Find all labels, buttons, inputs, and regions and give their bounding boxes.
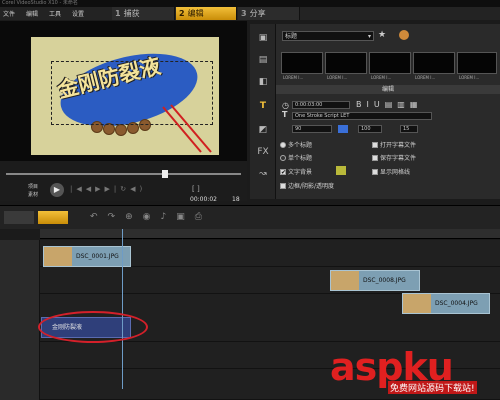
filter-fx-icon[interactable]: FX: [256, 146, 270, 158]
menu-file[interactable]: 文件: [3, 9, 15, 18]
thumb-caption: LOREM I...: [415, 75, 436, 80]
duration-field[interactable]: 0:00:03:00: [292, 101, 350, 109]
style-buttons[interactable]: BIU▤▥▦: [356, 100, 422, 109]
frame-display: 18: [232, 196, 240, 203]
red-arrow-annotation: [162, 104, 212, 153]
instant-project-icon[interactable]: ▤: [256, 54, 270, 66]
red-circle-annotation: [38, 311, 148, 343]
border-shadow-option[interactable]: 边框/阴影/透明度: [280, 181, 334, 190]
timeline-ruler[interactable]: [40, 229, 500, 239]
scrubber-track[interactable]: [6, 173, 241, 175]
title-thumb-3[interactable]: [369, 52, 411, 74]
title-thumb-2[interactable]: [325, 52, 367, 74]
title-icon[interactable]: T: [256, 100, 270, 112]
thumb-caption: LOREM I...: [371, 75, 392, 80]
font-size-field[interactable]: 90: [292, 125, 332, 133]
track-header[interactable]: [0, 315, 40, 342]
playback-controls: 项目 素材 ▶ |◀◀▶▶|↻◀) [ ] 00:00:02 18: [0, 161, 247, 203]
text-bg-color-swatch[interactable]: [336, 166, 346, 175]
project-label[interactable]: 项目: [28, 183, 38, 190]
tab-capture[interactable]: 1 捕获: [112, 7, 175, 20]
tab-edit[interactable]: 2 编辑: [176, 7, 237, 20]
menu-bar: 文件 编辑 工具 设置 1 捕获 2 编辑 3 分享: [0, 7, 500, 20]
track-header[interactable]: [0, 240, 40, 267]
library-side-icons: ▣ ▤ ◧ T ◩ FX ↝: [250, 24, 276, 199]
tab-share[interactable]: 3 分享: [238, 7, 300, 20]
save-subtitle-button[interactable]: 保存字幕文件: [372, 153, 416, 162]
scrubber-handle[interactable]: [162, 170, 168, 178]
menu-tools[interactable]: 工具: [49, 9, 61, 18]
star-add-icon[interactable]: ★: [378, 30, 386, 40]
overlay-clip-1[interactable]: DSC_0008.JPG: [330, 270, 420, 291]
timeline-tool-icons[interactable]: ↶↷⊕◉♪▣⎙: [90, 212, 212, 222]
title-thumb-4[interactable]: [413, 52, 455, 74]
multi-title-radio[interactable]: 多个标题: [280, 140, 312, 149]
thumb-caption: LOREM I...: [327, 75, 348, 80]
watermark-caption: 免费网站源码下载站!: [388, 381, 477, 394]
store-icon[interactable]: [399, 30, 409, 40]
angle-field[interactable]: 15: [400, 125, 418, 133]
path-icon[interactable]: ↝: [256, 168, 270, 180]
trim-brackets-icon[interactable]: [ ]: [192, 185, 200, 193]
overlay-clip-2[interactable]: DSC_0004.JPG: [402, 293, 490, 314]
storyboard-view-button[interactable]: [4, 211, 34, 224]
window-title: Corel VideoStudio X10 - 未命名: [0, 0, 500, 7]
category-dropdown[interactable]: 标题 ▾: [282, 31, 374, 41]
clock-icon: ◷: [282, 101, 289, 110]
title-thumb-5[interactable]: [457, 52, 497, 74]
play-icon[interactable]: ▶: [50, 183, 64, 197]
title-thumb-1[interactable]: [281, 52, 323, 74]
track-header[interactable]: [0, 267, 40, 294]
timeline-toolbar: ↶↷⊕◉♪▣⎙: [0, 205, 500, 229]
transition-icon[interactable]: ◧: [256, 76, 270, 88]
playhead[interactable]: [122, 229, 123, 389]
show-grid-checkbox[interactable]: 显示网格线: [372, 167, 410, 176]
menu-settings[interactable]: 设置: [72, 9, 84, 18]
text-bg-checkbox[interactable]: 文字背景: [280, 167, 312, 176]
timecode-display[interactable]: 00:00:02: [190, 196, 217, 203]
timeline-view-button[interactable]: [38, 211, 68, 224]
overlay-track-1: [0, 267, 500, 294]
single-title-radio[interactable]: 单个标题: [280, 153, 312, 162]
font-icon: T: [282, 110, 288, 119]
menu-edit[interactable]: 编辑: [26, 9, 38, 18]
clip-label[interactable]: 素材: [28, 191, 38, 198]
track-header[interactable]: [0, 369, 40, 400]
thumb-caption: LOREM I...: [459, 75, 480, 80]
edit-panel-header[interactable]: 编辑: [276, 85, 500, 94]
track-header[interactable]: [0, 342, 40, 369]
video-clip-1[interactable]: DSC_0001.JPG: [43, 246, 131, 267]
transport-icons[interactable]: |◀◀▶▶|↻◀): [70, 185, 146, 193]
media-icon[interactable]: ▣: [256, 32, 270, 44]
line-spacing-field[interactable]: 100: [358, 125, 382, 133]
color-swatch[interactable]: [338, 125, 348, 133]
thumb-caption: LOREM I...: [283, 75, 304, 80]
graphic-icon[interactable]: ◩: [256, 124, 270, 136]
open-subtitle-button[interactable]: 打开字幕文件: [372, 140, 416, 149]
font-dropdown[interactable]: One Stroke Script LET: [292, 112, 432, 120]
